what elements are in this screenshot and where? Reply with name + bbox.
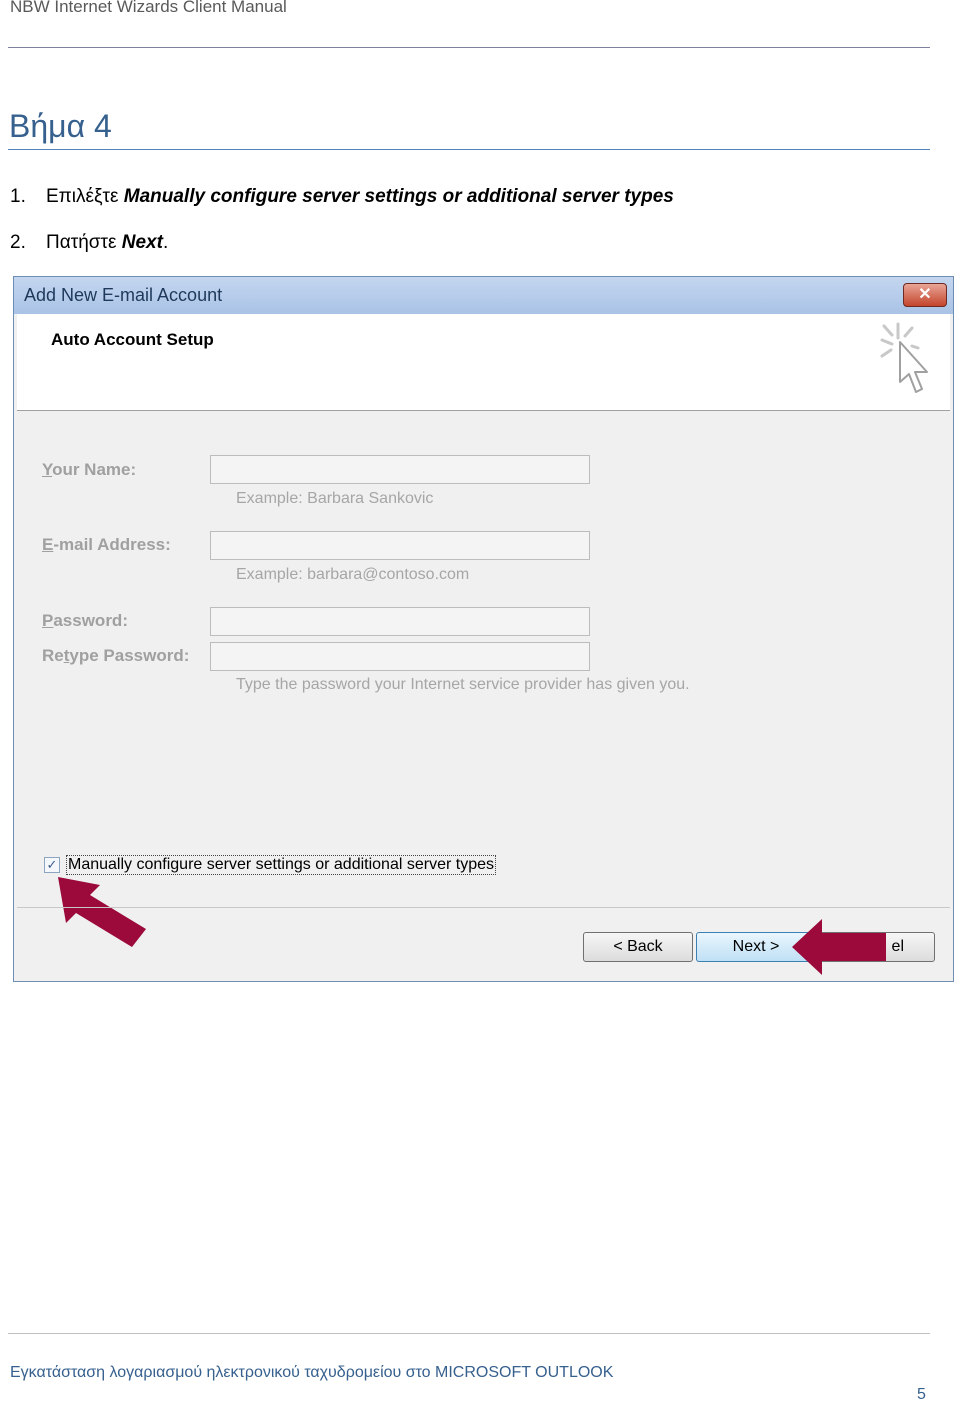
manual-config-label[interactable]: Manually configure server settings or ad… xyxy=(66,855,496,875)
email-hint: Example: barbara@contoso.com xyxy=(236,566,470,583)
your-name-label: Your Name: xyxy=(42,460,137,479)
instruction-bold: Next xyxy=(121,232,163,253)
close-button[interactable]: ✕ xyxy=(903,283,947,307)
page-number: 5 xyxy=(917,1386,926,1403)
button-separator xyxy=(17,907,950,908)
instruction-suffix: . xyxy=(162,232,169,253)
email-address-input[interactable] xyxy=(210,531,590,560)
dialog-titlebar[interactable]: Add New E-mail Account ✕ xyxy=(14,277,953,314)
pointer-arrow-icon xyxy=(58,877,146,947)
step-heading: Βήμα 4 xyxy=(9,108,112,144)
password-label: Password: xyxy=(42,611,128,630)
password-input[interactable] xyxy=(210,607,590,636)
instruction-1: 1. Επιλέξτε Manually configure server set… xyxy=(10,186,674,208)
back-button[interactable]: < Back xyxy=(583,932,693,962)
section-title: Auto Account Setup xyxy=(51,330,214,349)
document-footer: Εγκατάσταση λογαριασμού ηλεκτρονικού ταχ… xyxy=(10,1364,614,1381)
add-email-account-dialog: Add New E-mail Account ✕ Auto Account Se… xyxy=(13,276,954,982)
instruction-number: 2. xyxy=(10,232,26,253)
instruction-text: Πατήστε xyxy=(46,232,122,253)
your-name-input[interactable] xyxy=(210,455,590,484)
wizard-cursor-icon xyxy=(880,322,928,393)
heading-divider xyxy=(8,149,930,150)
dialog-banner: Auto Account Setup xyxy=(17,314,950,411)
instruction-bold: Manually configure server settings or ad… xyxy=(123,186,674,207)
instruction-text: Επιλέξτε xyxy=(46,186,124,207)
instruction-2: 2. Πατήστε Next. xyxy=(10,232,168,254)
dialog-title: Add New E-mail Account xyxy=(24,285,223,305)
retype-password-label: Retype Password: xyxy=(42,646,190,665)
password-hint: Type the password your Internet service … xyxy=(236,676,690,693)
next-arrow-icon xyxy=(792,919,886,975)
email-address-label: E-mail Address: xyxy=(42,535,171,554)
retype-password-input[interactable] xyxy=(210,642,590,671)
header-divider xyxy=(8,47,930,48)
name-hint: Example: Barbara Sankovic xyxy=(236,490,434,507)
manual-config-checkbox[interactable]: ✓ xyxy=(44,857,60,873)
document-header: NBW Internet Wizards Client Manual xyxy=(10,0,287,16)
footer-divider xyxy=(8,1333,930,1334)
instruction-number: 1. xyxy=(10,186,26,207)
